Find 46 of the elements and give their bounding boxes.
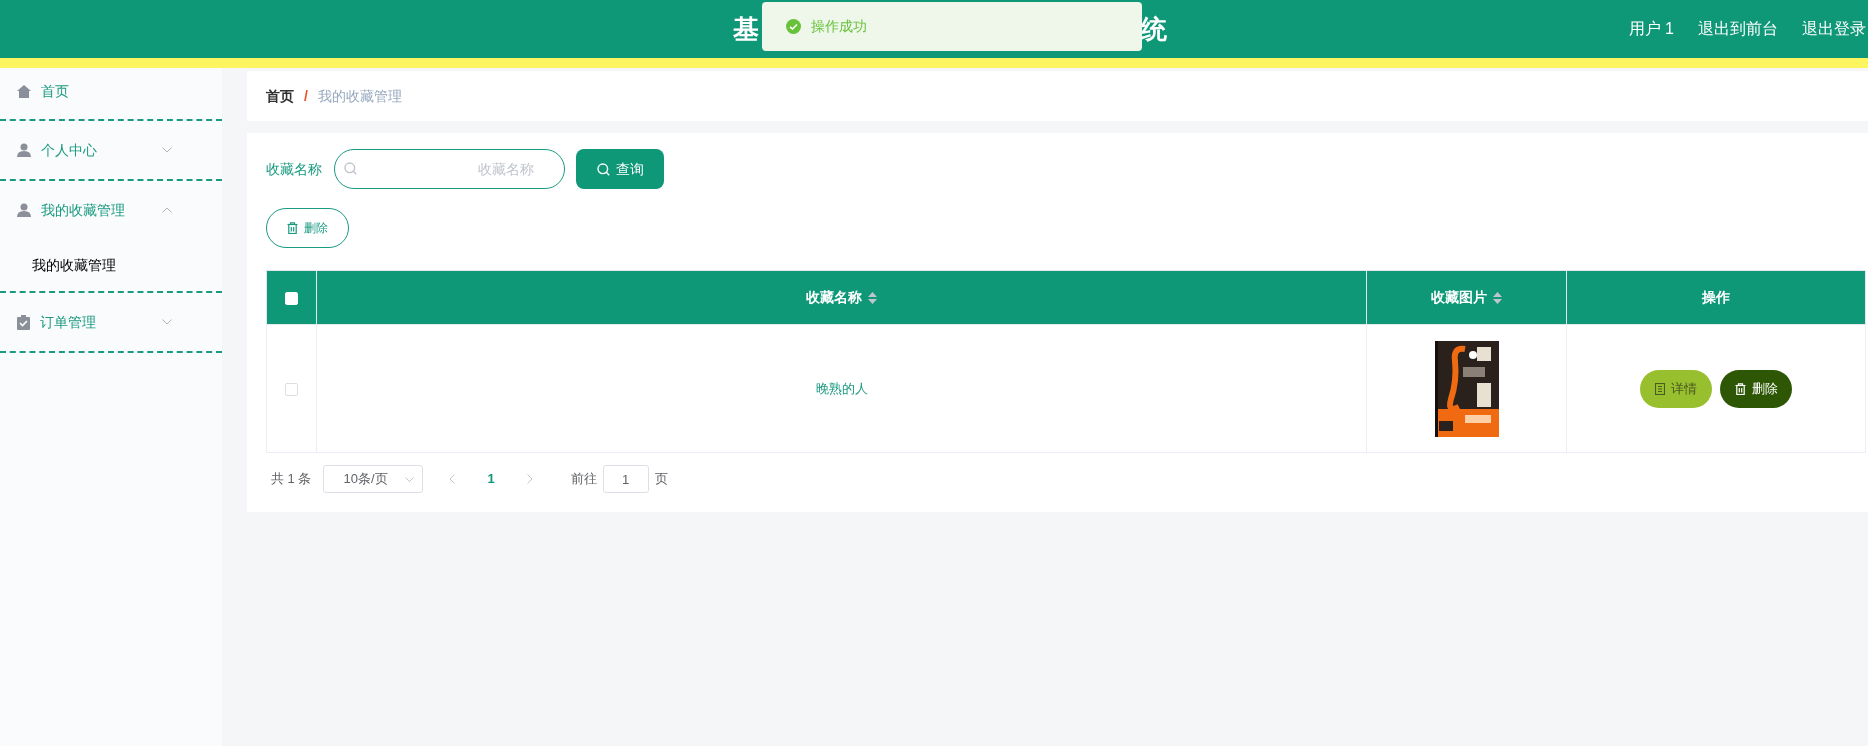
chevron-icon <box>405 476 415 482</box>
search-icon <box>596 162 610 176</box>
column-header[interactable]: 收藏名称 <box>806 287 862 308</box>
column-header[interactable]: 收藏图片 <box>1431 287 1487 308</box>
document-icon <box>1655 382 1665 395</box>
next-page-icon[interactable] <box>526 474 533 484</box>
header-link[interactable]: 退出到前台 <box>1698 17 1778 41</box>
breadcrumb-link[interactable]: 首页 <box>266 85 294 107</box>
goto-label: 前往 <box>570 470 597 489</box>
title-text: 基 <box>733 13 759 46</box>
header-link[interactable]: 退出登录 <box>1802 17 1866 41</box>
title-text: 统 <box>1141 13 1167 46</box>
sidebar-item[interactable]: 首页 <box>0 64 222 119</box>
select-all-checkbox[interactable] <box>285 291 298 305</box>
header-link[interactable]: 用户 1 <box>1628 17 1674 41</box>
sort-icon[interactable] <box>1493 291 1502 304</box>
page-size-select[interactable]: 10条/页 <box>323 465 424 493</box>
user-icon <box>17 143 31 157</box>
sidebar-item[interactable]: 我的收藏管理 <box>0 181 222 239</box>
sort-icon[interactable] <box>868 291 877 304</box>
row-checkbox[interactable] <box>285 382 298 396</box>
sidebar-item[interactable]: 个人中心 <box>0 121 222 179</box>
sidebar-item[interactable]: 订单管理 <box>0 293 222 351</box>
clipboard-icon <box>17 314 30 330</box>
goto-suffix: 页 <box>654 470 668 489</box>
page-input[interactable]: 1 <box>602 465 649 493</box>
total-count: 共 1 条 <box>271 470 312 489</box>
trash-icon <box>1734 382 1746 395</box>
breadcrumb-current: 我的收藏管理 <box>317 86 402 106</box>
query-button[interactable]: 查询 <box>576 149 664 189</box>
trash-icon <box>287 222 298 234</box>
home-icon <box>17 85 31 98</box>
sidebar-subitem[interactable]: 我的收藏管理 <box>0 239 222 291</box>
search-icon <box>344 162 357 175</box>
breadcrumb-separator: / <box>304 86 308 106</box>
field-label: 收藏名称 <box>266 159 322 179</box>
page-number[interactable]: 1 <box>487 469 495 489</box>
table-cell: 晚熟的人 <box>815 381 868 396</box>
delete-button[interactable]: 删除 <box>1720 369 1792 408</box>
user-icon <box>17 203 31 217</box>
search-field[interactable]: 收藏名称 <box>334 149 565 189</box>
column-header: 操作 <box>1702 288 1730 307</box>
previous-page-icon[interactable] <box>449 474 456 484</box>
detail-button[interactable]: 详情 <box>1640 369 1712 408</box>
check-circle-icon <box>786 19 801 34</box>
toast-message: 操作成功 <box>811 17 867 36</box>
